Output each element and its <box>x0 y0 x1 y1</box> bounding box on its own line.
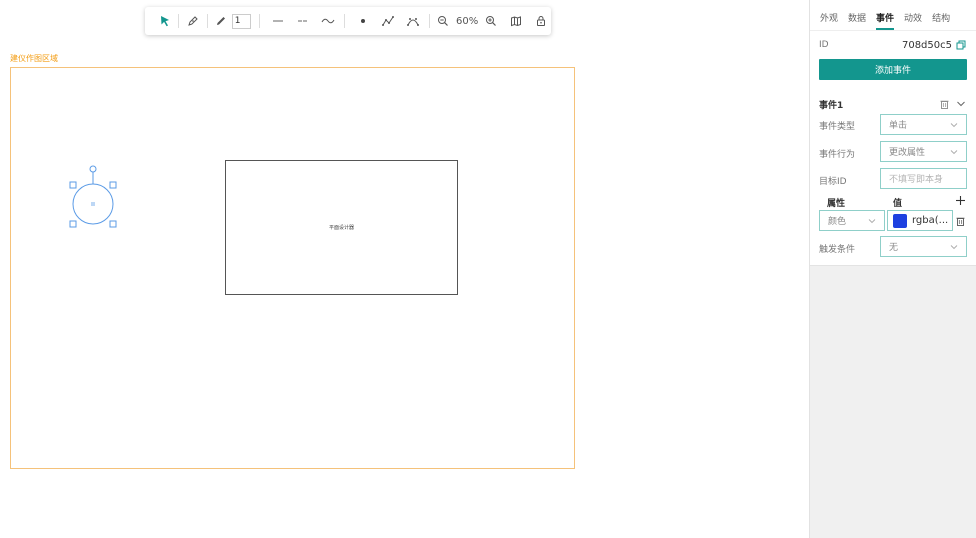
resize-handle <box>69 220 77 228</box>
drawing-toolbar: 1 60% <box>145 7 551 35</box>
collapse-chevron-icon[interactable] <box>956 100 966 108</box>
tab-structure[interactable]: 结构 <box>932 11 950 30</box>
chevron-down-icon <box>950 150 958 155</box>
pen-tool-icon[interactable] <box>183 11 202 31</box>
map-icon[interactable] <box>506 11 525 31</box>
target-id-input[interactable]: 不填写即本身 <box>880 168 967 189</box>
event-type-value: 单击 <box>889 121 908 131</box>
property-panel: 外观 数据 事件 动效 结构 <box>809 0 976 538</box>
event-type-label: 事件类型 <box>819 122 856 132</box>
polyline-icon[interactable] <box>378 11 397 31</box>
toolbar-divider <box>343 14 345 28</box>
add-event-button[interactable]: 添加事件 <box>819 59 967 80</box>
value-header: 值 <box>893 199 903 209</box>
resize-handle <box>109 181 117 189</box>
lock-icon[interactable] <box>532 11 551 31</box>
target-id-label: 目标ID <box>819 177 847 187</box>
color-swatch <box>893 213 907 228</box>
delete-event-icon[interactable] <box>940 99 949 109</box>
tab-appearance[interactable]: 外观 <box>820 11 838 30</box>
trigger-label: 触发条件 <box>819 245 856 255</box>
trigger-value: 无 <box>889 243 899 253</box>
solid-line-icon[interactable] <box>268 11 287 31</box>
zoom-level: 60% <box>455 15 479 27</box>
curve-line-icon[interactable] <box>319 11 338 31</box>
line-width-input[interactable]: 1 <box>231 13 252 29</box>
attr-header: 属性 <box>827 199 846 209</box>
bezier-curve-icon[interactable] <box>403 11 422 31</box>
event-header: 事件1 <box>809 97 976 111</box>
resize-handle <box>69 181 77 189</box>
id-label: ID <box>819 40 829 50</box>
trigger-select[interactable]: 无 <box>880 236 967 257</box>
drawing-canvas[interactable]: 平面设计器 <box>10 67 575 469</box>
canvas-area-label: 建仪作图区域 <box>10 54 58 63</box>
event-action-label: 事件行为 <box>819 150 856 160</box>
target-id-placeholder: 不填写即本身 <box>889 175 944 185</box>
toolbar-divider <box>206 14 208 28</box>
tab-data[interactable]: 数据 <box>848 11 866 30</box>
rotate-handle <box>89 165 97 173</box>
tab-events[interactable]: 事件 <box>876 11 895 30</box>
id-value: 708d50c5 <box>901 39 952 51</box>
chevron-down-icon <box>950 123 958 128</box>
selected-circle-shape[interactable] <box>66 164 136 234</box>
attr-select[interactable]: 颜色 <box>819 210 885 231</box>
delete-attr-icon[interactable] <box>956 216 965 226</box>
toolbar-divider <box>259 14 261 28</box>
event-type-select[interactable]: 单击 <box>880 114 967 135</box>
event-action-value: 更改属性 <box>889 148 926 158</box>
rectangle-component[interactable]: 平面设计器 <box>225 160 458 295</box>
add-attr-icon[interactable] <box>955 195 966 206</box>
chevron-down-icon <box>868 219 876 224</box>
event-action-select[interactable]: 更改属性 <box>880 141 967 162</box>
id-row: ID 708d50c5 <box>809 38 976 52</box>
resize-handle <box>109 220 117 228</box>
select-arrow-icon[interactable] <box>155 11 174 31</box>
point-icon[interactable] <box>353 11 372 31</box>
chevron-down-icon <box>950 245 958 250</box>
rectangle-text: 平面设计器 <box>328 225 354 231</box>
zoom-in-icon[interactable] <box>481 11 500 31</box>
copy-icon[interactable] <box>956 40 966 50</box>
app: 1 60% 建仪作图区域 平面设计器 外观 数据 事件 动效 结构 ID 708… <box>0 0 976 538</box>
color-value: rgba(... <box>912 215 949 226</box>
color-picker[interactable]: rgba(... <box>887 210 953 231</box>
toolbar-divider <box>428 14 430 28</box>
pencil-icon[interactable] <box>211 11 230 31</box>
zoom-out-icon[interactable] <box>434 11 453 31</box>
dashed-line-icon[interactable] <box>293 11 312 31</box>
attr-value: 颜色 <box>828 217 847 227</box>
tab-animation[interactable]: 动效 <box>904 11 922 30</box>
event-title: 事件1 <box>819 100 844 111</box>
toolbar-divider <box>178 14 180 28</box>
panel-tabs: 外观 数据 事件 动效 结构 <box>810 0 976 31</box>
